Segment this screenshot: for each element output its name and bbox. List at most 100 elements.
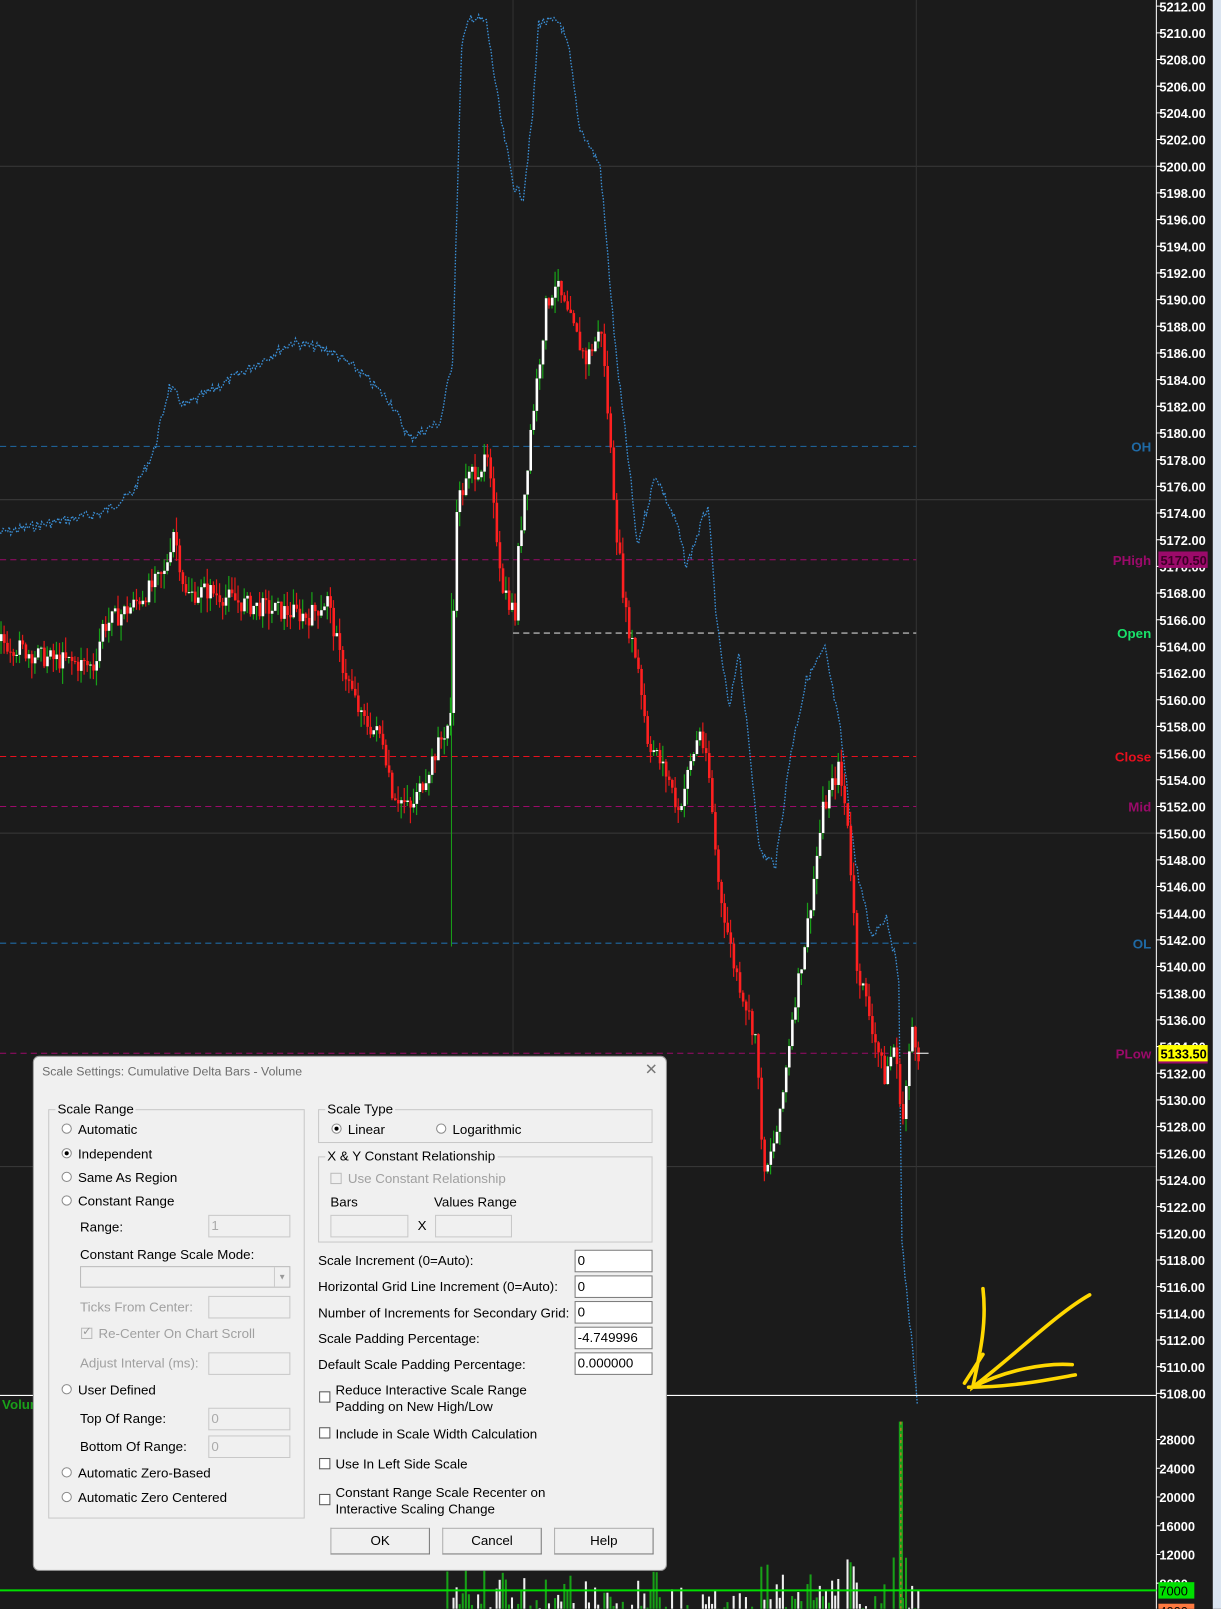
help-button[interactable]: Help [554, 1527, 654, 1555]
left-scale-checkbox[interactable] [319, 1458, 331, 1470]
radio-icon[interactable] [61, 1467, 72, 1478]
price-bar-body [430, 756, 434, 775]
price-bar-body [627, 607, 631, 639]
cancel-button[interactable]: Cancel [442, 1527, 542, 1555]
top-input[interactable]: 0 [208, 1407, 291, 1431]
price-bar-body [264, 598, 268, 601]
scale-settings-dialog: Scale Settings: Cumulative Delta Bars - … [32, 1055, 667, 1571]
price-tick-label: 5144.00 [1159, 906, 1205, 921]
price-bar-body [440, 737, 443, 740]
mode-label: Constant Range Scale Mode: [80, 1246, 255, 1263]
scale-increment-input[interactable]: 0 [574, 1249, 653, 1273]
radio-icon[interactable] [331, 1123, 342, 1134]
price-bar-body [55, 654, 58, 660]
use-constant-checkbox[interactable] [330, 1172, 342, 1185]
bottom-input[interactable]: 0 [208, 1435, 291, 1459]
price-bar-body [677, 807, 680, 811]
volume-bar [707, 1596, 711, 1609]
price-bar-body [760, 1077, 763, 1140]
price-bar-body [480, 471, 483, 478]
price-bar-body [806, 918, 810, 948]
values-range-input[interactable] [435, 1214, 512, 1238]
volume-bar [510, 1597, 514, 1609]
price-bar-body [741, 992, 745, 1002]
scale-mode-select[interactable]: ▼ [80, 1266, 291, 1288]
price-bar-body [781, 1092, 785, 1109]
volume-bar [794, 1598, 797, 1609]
close-icon[interactable]: ✕ [645, 1060, 658, 1078]
price-bar-body [24, 644, 28, 659]
radio-icon[interactable] [61, 1123, 72, 1134]
price-bar-body [763, 1139, 766, 1172]
price-bar-body [240, 602, 243, 612]
volume-bar [480, 1603, 483, 1609]
volume-bar [544, 1579, 547, 1609]
price-tick-label: 5168.00 [1159, 586, 1205, 601]
radio-icon[interactable] [61, 1171, 72, 1183]
ticks-input[interactable] [208, 1295, 291, 1319]
volume-bar [477, 1594, 480, 1609]
radio-icon[interactable] [61, 1148, 72, 1159]
volume-bar [880, 1603, 883, 1609]
price-bar-body [363, 710, 366, 717]
recenter-checkbox[interactable] [81, 1325, 93, 1339]
price-bar-body [246, 595, 249, 599]
price-bar-body [791, 1019, 794, 1047]
volume-bar [837, 1578, 840, 1609]
price-bar-body [153, 573, 157, 588]
price-bar-body [326, 596, 329, 607]
check-label: Use In Left Side Scale [335, 1455, 468, 1472]
volume-bar [831, 1580, 834, 1609]
volume-bar [821, 1596, 824, 1609]
price-tick-label: 5112.00 [1159, 1333, 1205, 1348]
volume-bar [818, 1585, 821, 1609]
price-bar-body [353, 688, 357, 696]
price-bar-body [0, 634, 3, 642]
price-bar-body [603, 333, 606, 367]
price-bar-body [172, 532, 175, 553]
recenter-interactive-checkbox[interactable] [319, 1493, 331, 1506]
volume-bar [686, 1605, 689, 1609]
volume-bar [797, 1592, 800, 1609]
price-bar-body [6, 642, 9, 652]
reduce-padding-checkbox[interactable] [319, 1391, 331, 1403]
grid-increment-input[interactable]: 0 [574, 1275, 653, 1298]
radio-icon[interactable] [61, 1195, 72, 1206]
price-tick-label: 5142.00 [1159, 933, 1205, 948]
price-bar-body [889, 1056, 893, 1067]
price-bar-body [107, 622, 111, 631]
current-price-underline [1158, 1061, 1208, 1064]
price-bar-body [406, 800, 409, 803]
volume-marker-label: 7000 [1159, 1584, 1188, 1599]
range-input[interactable]: 1 [208, 1214, 291, 1238]
price-bar-body [470, 466, 474, 472]
padding-input[interactable]: -4.749996 [574, 1326, 653, 1350]
price-bar-body [797, 973, 800, 1008]
bars-input[interactable] [330, 1214, 409, 1238]
volume-bar [766, 1564, 769, 1609]
price-tick-label: 5208.00 [1159, 53, 1205, 68]
volume-bar [603, 1592, 606, 1609]
price-bar-body [193, 591, 197, 603]
price-bar-body [21, 640, 25, 645]
price-bar-body [892, 1047, 896, 1057]
include-width-checkbox[interactable] [319, 1427, 331, 1439]
price-bar-body [701, 731, 705, 749]
secondary-grid-input[interactable]: 0 [574, 1301, 653, 1324]
price-bar-body [704, 748, 708, 754]
volume-bar [643, 1593, 646, 1609]
price-bar-body [784, 1067, 788, 1093]
adjust-input[interactable] [208, 1352, 291, 1375]
default-padding-input[interactable]: 0.000000 [574, 1352, 653, 1375]
price-bar-body [766, 1164, 770, 1172]
radio-icon[interactable] [61, 1384, 72, 1395]
radio-icon[interactable] [436, 1123, 447, 1134]
price-bar-body [544, 298, 548, 341]
price-bar-body [794, 1007, 797, 1020]
price-bar-body [33, 657, 37, 664]
ok-button[interactable]: OK [330, 1527, 430, 1555]
radio-icon[interactable] [61, 1491, 72, 1503]
price-bar-body [840, 761, 843, 786]
price-bar-body [621, 553, 625, 598]
price-bar-body [415, 791, 419, 804]
